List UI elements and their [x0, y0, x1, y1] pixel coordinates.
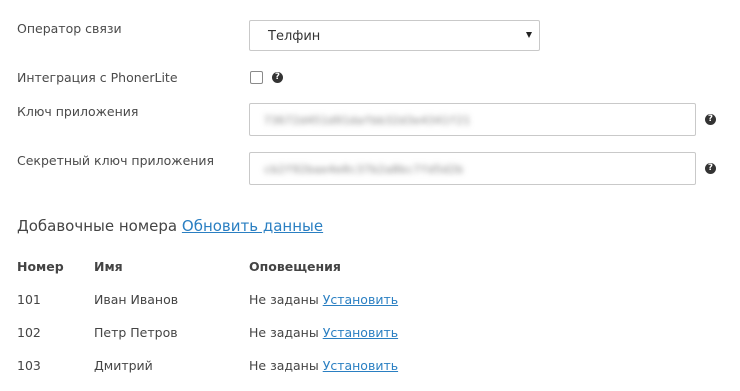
column-header-number: Номер [17, 259, 64, 274]
row-2-name: Петр Петров [94, 325, 178, 340]
row-1-number: 101 [17, 292, 41, 307]
row-3-set-link[interactable]: Установить [323, 358, 398, 373]
column-header-name: Имя [94, 259, 123, 274]
row-1-set-link[interactable]: Установить [323, 292, 398, 307]
extensions-title: Добавочные номера [17, 217, 178, 235]
app-key-input[interactable]: 73672d451d91dafbb32d3e4341f21 [249, 103, 696, 136]
row-2-notify-status: Не заданы [249, 325, 319, 340]
app-key-value: 73672d451d91dafbb32d3e4341f21 [264, 114, 471, 127]
phonerlite-label: Интеграция с PhonerLite [17, 70, 178, 85]
row-2-notifications: Не заданы Установить [249, 325, 398, 340]
operator-select-value: Телфин [268, 29, 321, 44]
row-3-name: Дмитрий [94, 358, 153, 373]
help-icon[interactable]: ? [705, 114, 716, 125]
row-3-notify-status: Не заданы [249, 358, 319, 373]
integration-settings-page: Оператор связи Телфин Интеграция с Phone… [0, 0, 740, 391]
row-2-number: 102 [17, 325, 41, 340]
refresh-data-link[interactable]: Обновить данные [182, 217, 323, 235]
operator-label: Оператор связи [17, 21, 122, 36]
secret-key-input[interactable]: cb2f92bae4e0c37b2a8bc7fd5d2b [249, 152, 696, 185]
help-icon[interactable]: ? [272, 72, 283, 83]
row-1-notifications: Не заданы Установить [249, 292, 398, 307]
help-icon[interactable]: ? [705, 163, 716, 174]
row-1-notify-status: Не заданы [249, 292, 319, 307]
secret-key-value: cb2f92bae4e0c37b2a8bc7fd5d2b [264, 163, 464, 176]
row-1-name: Иван Иванов [94, 292, 179, 307]
column-header-notifications: Оповещения [249, 259, 341, 274]
operator-select[interactable]: Телфин [249, 20, 540, 51]
row-3-notifications: Не заданы Установить [249, 358, 398, 373]
app-key-label: Ключ приложения [17, 104, 139, 119]
phonerlite-checkbox[interactable] [250, 71, 263, 84]
row-2-set-link[interactable]: Установить [323, 325, 398, 340]
chevron-down-icon [526, 32, 532, 38]
row-3-number: 103 [17, 358, 41, 373]
secret-key-label: Секретный ключ приложения [17, 153, 215, 168]
extensions-heading: Добавочные номера Обновить данные [17, 217, 323, 235]
